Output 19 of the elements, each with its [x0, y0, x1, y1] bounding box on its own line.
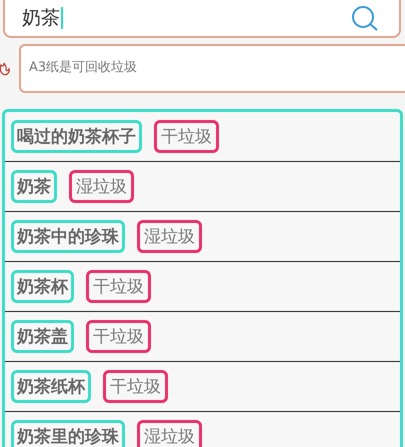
search-field[interactable]: 奶茶: [3, 0, 401, 38]
category-tag: 干垃圾: [154, 120, 219, 153]
category-tag: 湿垃圾: [137, 220, 202, 253]
item-name-tag[interactable]: 奶茶纸杯: [11, 370, 91, 403]
item-name-tag[interactable]: 奶茶杯: [11, 270, 74, 303]
item-name-tag[interactable]: 奶茶: [11, 170, 57, 203]
category-tag: 干垃圾: [86, 270, 151, 303]
tip-box: A3纸是可回收垃圾: [19, 44, 405, 93]
item-name-tag[interactable]: 奶茶中的珍珠: [11, 220, 125, 253]
category-tag: 干垃圾: [86, 320, 151, 353]
category-tag: 湿垃圾: [69, 170, 134, 203]
search-icon[interactable]: [351, 5, 379, 31]
item-name-tag[interactable]: 奶茶里的珍珠: [11, 420, 125, 447]
flame-icon: [0, 62, 10, 76]
category-tag: 湿垃圾: [137, 420, 202, 447]
category-tag: 干垃圾: [103, 370, 168, 403]
text-cursor: [61, 7, 63, 29]
item-name-tag[interactable]: 喝过的奶茶杯子: [11, 120, 142, 153]
item-name-tag[interactable]: 奶茶盖: [11, 320, 74, 353]
